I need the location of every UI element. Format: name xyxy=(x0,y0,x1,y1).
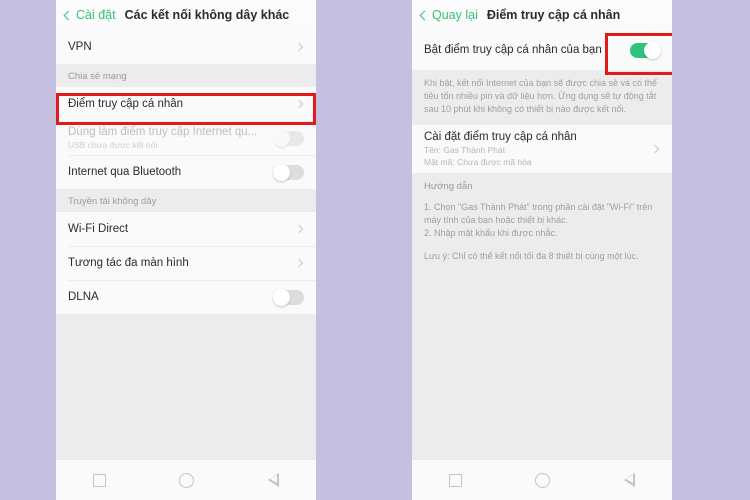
chevron-right-icon xyxy=(294,224,304,234)
row-usb-tethering[interactable]: Dùng làm điểm truy cập Internet qu... US… xyxy=(56,121,316,155)
guide-section: Hướng dẫn 1. Chọn "Gas Thành Phát" trong… xyxy=(412,173,672,274)
bluetooth-tethering-toggle[interactable] xyxy=(273,163,304,181)
home-circle-icon[interactable] xyxy=(535,472,551,488)
row-hotspot-settings[interactable]: Cài đặt điểm truy cập cá nhân Tên: Gas T… xyxy=(412,125,672,174)
row-enable-hotspot-label: Bật điểm truy cập cá nhân của bạn xyxy=(424,44,602,56)
right-back-label: Quay lại xyxy=(432,8,478,22)
row-usb-tethering-subtitle: USB chưa được kết nối xyxy=(68,140,158,150)
chevron-left-icon xyxy=(63,10,74,20)
row-usb-tethering-label: Dùng làm điểm truy cập Internet qu... xyxy=(68,126,258,138)
row-bluetooth-tethering[interactable]: Internet qua Bluetooth xyxy=(56,155,316,189)
right-back-button[interactable]: Quay lại xyxy=(419,8,478,22)
hotspot-description: Khi bật, kết nối Internet của bạn sẽ đượ… xyxy=(412,70,672,126)
home-circle-icon[interactable] xyxy=(179,472,195,488)
row-hotspot-name: Tên: Gas Thành Phát xyxy=(424,145,506,156)
left-phone-screen: Cài đặt Các kết nối không dây khác VPN C… xyxy=(56,0,316,500)
row-hotspot-settings-label: Cài đặt điểm truy cập cá nhân xyxy=(424,131,577,144)
vpn-card: VPN xyxy=(56,30,316,64)
row-multi-screen-label: Tương tác đa màn hình xyxy=(68,257,189,269)
usb-tethering-toggle[interactable] xyxy=(273,129,304,147)
row-dlna-label: DLNA xyxy=(68,291,99,303)
right-phone-screen: Quay lại Điểm truy cập cá nhân Bật điểm … xyxy=(412,0,672,500)
guide-step-2: 2. Nhập mật khẩu khi được nhắc. xyxy=(424,228,558,239)
sharing-card: Điểm truy cập cá nhân Dùng làm điểm truy… xyxy=(56,87,316,189)
section-header-wireless: Truyền tải không dây xyxy=(56,189,316,212)
row-vpn-label: VPN xyxy=(68,41,92,53)
row-vpn[interactable]: VPN xyxy=(56,30,316,64)
wireless-card: Wi-Fi Direct Tương tác đa màn hình DLNA xyxy=(56,212,316,314)
chevron-right-icon xyxy=(650,144,660,154)
back-triangle-icon[interactable] xyxy=(268,473,280,487)
chevron-left-icon xyxy=(419,10,430,20)
enable-hotspot-toggle[interactable] xyxy=(630,41,661,59)
section-header-sharing: Chia sẻ mạng xyxy=(56,64,316,87)
toggle-knob xyxy=(273,163,290,181)
right-app-header: Quay lại Điểm truy cập cá nhân xyxy=(412,0,672,30)
row-hotspot-password: Mật mã: Chưa được mã hóa xyxy=(424,157,532,168)
toggle-knob xyxy=(273,129,290,147)
back-triangle-icon[interactable] xyxy=(624,473,636,487)
right-navigation-bar xyxy=(412,459,672,500)
row-personal-hotspot-label: Điểm truy cập cá nhân xyxy=(68,98,184,110)
left-navigation-bar xyxy=(56,459,316,500)
chevron-right-icon xyxy=(294,42,304,52)
row-multi-screen[interactable]: Tương tác đa màn hình xyxy=(56,246,316,280)
row-wifi-direct-label: Wi-Fi Direct xyxy=(68,223,129,235)
left-screen-body: VPN Chia sẻ mạng Điểm truy cập cá nhân D… xyxy=(56,30,316,459)
right-page-title: Điểm truy cập cá nhân xyxy=(486,8,621,22)
row-personal-hotspot[interactable]: Điểm truy cập cá nhân xyxy=(56,87,316,121)
chevron-right-icon xyxy=(294,99,304,109)
row-wifi-direct[interactable]: Wi-Fi Direct xyxy=(56,212,316,246)
chevron-right-icon xyxy=(294,258,304,268)
enable-hotspot-card: Bật điểm truy cập cá nhân của bạn xyxy=(412,30,672,70)
left-page-title: Các kết nối không dây khác xyxy=(124,8,290,22)
guide-step-1: 1. Chọn "Gas Thành Phát" trong phần cài … xyxy=(424,202,653,226)
toggle-knob xyxy=(644,41,661,59)
recents-square-icon[interactable] xyxy=(448,473,462,487)
row-dlna[interactable]: DLNA xyxy=(56,280,316,314)
dlna-toggle[interactable] xyxy=(273,288,304,306)
guide-title: Hướng dẫn xyxy=(424,181,473,193)
guide-note: Lưu ý: Chỉ có thể kết nối tối đa 8 thiết… xyxy=(424,251,639,262)
right-screen-body: Bật điểm truy cập cá nhân của bạn Khi bậ… xyxy=(412,30,672,459)
row-bluetooth-tethering-label: Internet qua Bluetooth xyxy=(68,166,182,178)
left-app-header: Cài đặt Các kết nối không dây khác xyxy=(56,0,316,30)
hotspot-settings-card: Cài đặt điểm truy cập cá nhân Tên: Gas T… xyxy=(412,125,672,174)
recents-square-icon[interactable] xyxy=(92,473,106,487)
row-enable-hotspot[interactable]: Bật điểm truy cập cá nhân của bạn xyxy=(412,30,672,70)
toggle-knob xyxy=(273,288,290,306)
left-back-button[interactable]: Cài đặt xyxy=(63,8,116,22)
left-back-label: Cài đặt xyxy=(76,8,116,22)
